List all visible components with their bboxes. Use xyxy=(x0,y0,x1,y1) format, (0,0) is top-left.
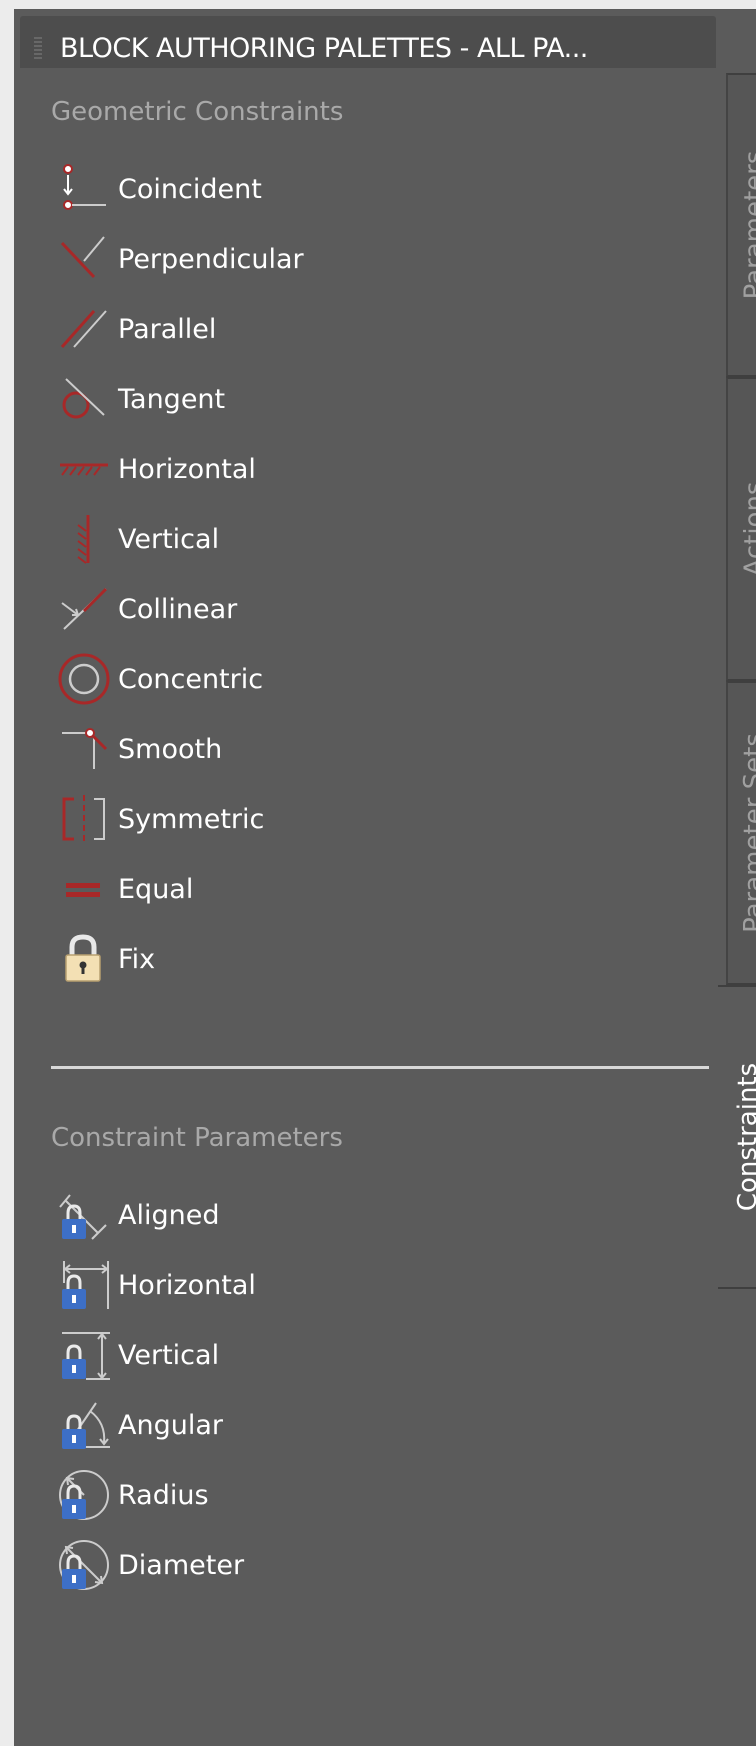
palette-title: BLOCK AUTHORING PALETTES - ALL PA... xyxy=(60,33,588,64)
radius-dimension-icon xyxy=(54,1465,114,1525)
section-divider xyxy=(51,1066,709,1069)
tab-parameter-sets[interactable]: Parameter Sets xyxy=(726,681,756,985)
perpendicular-icon xyxy=(54,229,114,289)
tool-palette: BLOCK AUTHORING PALETTES - ALL PA... Geo… xyxy=(14,9,756,1746)
tool-angular-parameter[interactable]: Angular xyxy=(54,1390,614,1460)
tool-fix[interactable]: Fix xyxy=(54,924,614,994)
tool-label: Perpendicular xyxy=(118,243,304,275)
tool-concentric[interactable]: Concentric xyxy=(54,644,614,714)
tab-constraints[interactable]: Constraints xyxy=(718,985,756,1289)
tool-label: Equal xyxy=(118,873,194,905)
lock-icon xyxy=(54,929,114,989)
vertical-constraint-icon xyxy=(54,509,114,569)
tool-label: Radius xyxy=(118,1479,209,1511)
tab-label: Parameter Sets xyxy=(739,733,756,933)
tool-label: Angular xyxy=(118,1409,223,1441)
tool-label: Diameter xyxy=(118,1549,245,1581)
palette-tab-strip: Parameters Actions Parameter Sets Constr… xyxy=(718,9,756,1746)
collinear-icon xyxy=(54,579,114,639)
concentric-icon xyxy=(54,649,114,709)
tab-parameters[interactable]: Parameters xyxy=(726,73,756,377)
horizontal-constraint-icon xyxy=(54,439,114,499)
tool-label: Concentric xyxy=(118,663,264,695)
tool-coincident[interactable]: Coincident xyxy=(54,154,614,224)
palette-content: Geometric Constraints Coincident Perpend… xyxy=(14,68,718,1746)
tool-label: Collinear xyxy=(118,593,238,625)
tool-horizontal-parameter[interactable]: Horizontal xyxy=(54,1250,614,1320)
tool-perpendicular[interactable]: Perpendicular xyxy=(54,224,614,294)
tool-label: Aligned xyxy=(118,1199,220,1231)
aligned-dimension-icon xyxy=(54,1185,114,1245)
tab-label: Parameters xyxy=(739,150,756,300)
tool-aligned-parameter[interactable]: Aligned xyxy=(54,1180,614,1250)
tool-label: Horizontal xyxy=(118,453,256,485)
tool-vertical-parameter[interactable]: Vertical xyxy=(54,1320,614,1390)
tool-radius-parameter[interactable]: Radius xyxy=(54,1460,614,1530)
tool-diameter-parameter[interactable]: Diameter xyxy=(54,1530,614,1600)
equal-icon xyxy=(54,859,114,919)
section-header-parameters: Constraint Parameters xyxy=(51,1123,343,1153)
tool-vertical[interactable]: Vertical xyxy=(54,504,614,574)
tab-label: Constraints xyxy=(733,1062,756,1212)
parallel-icon xyxy=(54,299,114,359)
symmetric-icon xyxy=(54,789,114,849)
palette-title-bar[interactable]: BLOCK AUTHORING PALETTES - ALL PA... xyxy=(20,16,716,68)
tool-label: Coincident xyxy=(118,173,262,205)
coincident-icon xyxy=(54,159,114,219)
tool-label: Smooth xyxy=(118,733,223,765)
tangent-icon xyxy=(54,369,114,429)
section-header-geometric: Geometric Constraints xyxy=(51,97,344,127)
horizontal-dimension-icon xyxy=(54,1255,114,1315)
tab-actions[interactable]: Actions xyxy=(726,377,756,681)
tool-label: Horizontal xyxy=(118,1269,256,1301)
tool-parallel[interactable]: Parallel xyxy=(54,294,614,364)
tool-label: Tangent xyxy=(118,383,226,415)
tool-smooth[interactable]: Smooth xyxy=(54,714,614,784)
grip-handle[interactable] xyxy=(34,37,42,59)
tool-equal[interactable]: Equal xyxy=(54,854,614,924)
tool-horizontal[interactable]: Horizontal xyxy=(54,434,614,504)
tool-label: Symmetric xyxy=(118,803,265,835)
angular-dimension-icon xyxy=(54,1395,114,1455)
tool-label: Parallel xyxy=(118,313,217,345)
tool-label: Fix xyxy=(118,943,156,975)
tool-label: Vertical xyxy=(118,523,220,555)
tool-symmetric[interactable]: Symmetric xyxy=(54,784,614,854)
smooth-icon xyxy=(54,719,114,779)
tab-label: Actions xyxy=(739,481,756,577)
tool-tangent[interactable]: Tangent xyxy=(54,364,614,434)
diameter-dimension-icon xyxy=(54,1535,114,1595)
vertical-dimension-icon xyxy=(54,1325,114,1385)
tool-label: Vertical xyxy=(118,1339,220,1371)
tool-collinear[interactable]: Collinear xyxy=(54,574,614,644)
